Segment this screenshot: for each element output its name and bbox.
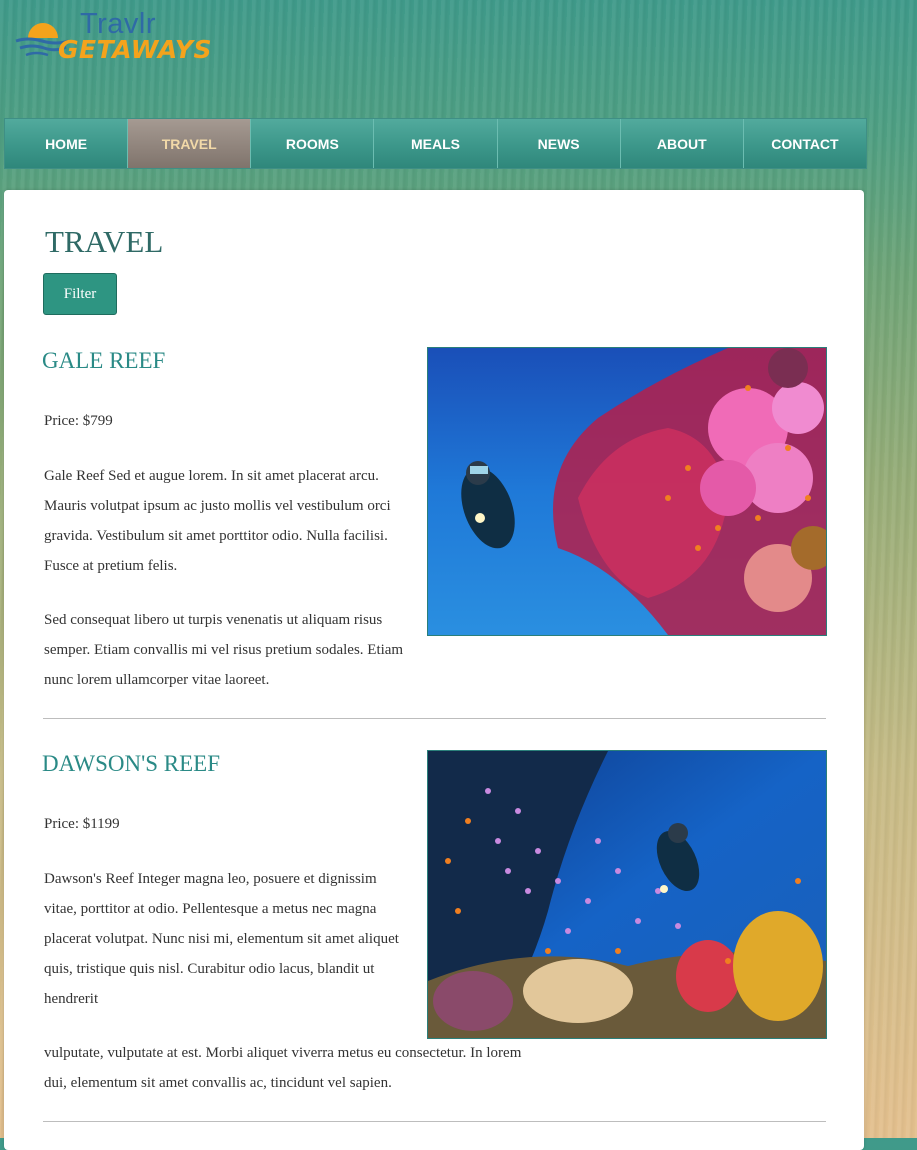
- nav-item-about[interactable]: ABOUT: [620, 119, 744, 168]
- trip-title: DAWSON'S REEF: [42, 751, 221, 776]
- logo-text-getaways: GETAWAYS: [58, 35, 212, 64]
- nav-item-home[interactable]: HOME: [5, 119, 129, 168]
- trip-description-continued: Sed consequat libero ut turpis venenatis…: [44, 612, 404, 688]
- nav-item-travel[interactable]: TRAVEL: [128, 119, 252, 168]
- section-divider: [43, 718, 826, 719]
- page-title: TRAVEL: [45, 224, 164, 259]
- content-card: TRAVEL Filter GALE REEF Price: $799 Gale…: [4, 190, 864, 1150]
- trip-title: GALE REEF: [42, 348, 166, 373]
- coral-reef-diver-photo: [427, 347, 827, 636]
- reef-fish-diver-photo: [427, 750, 827, 1039]
- nav-item-meals[interactable]: MEALS: [374, 119, 498, 168]
- filter-button[interactable]: Filter: [43, 273, 117, 315]
- nav-item-rooms[interactable]: ROOMS: [251, 119, 375, 168]
- trip-price: Price: $799: [44, 413, 113, 429]
- trip-price: Price: $1199: [44, 816, 120, 832]
- trip-description-continued: vulputate, vulputate at est. Morbi aliqu…: [44, 1045, 522, 1091]
- section-divider: [43, 1121, 826, 1122]
- trip-description: Gale Reef Sed et augue lorem. In sit ame…: [44, 468, 391, 574]
- nav-item-contact[interactable]: CONTACT: [743, 119, 866, 168]
- nav-item-news[interactable]: NEWS: [497, 119, 621, 168]
- trip-description: Dawson's Reef Integer magna leo, posuere…: [44, 871, 399, 1007]
- site-logo[interactable]: Travlr GETAWAYS: [14, 8, 211, 74]
- main-nav: HOME TRAVEL ROOMS MEALS NEWS ABOUT CONTA…: [4, 118, 867, 169]
